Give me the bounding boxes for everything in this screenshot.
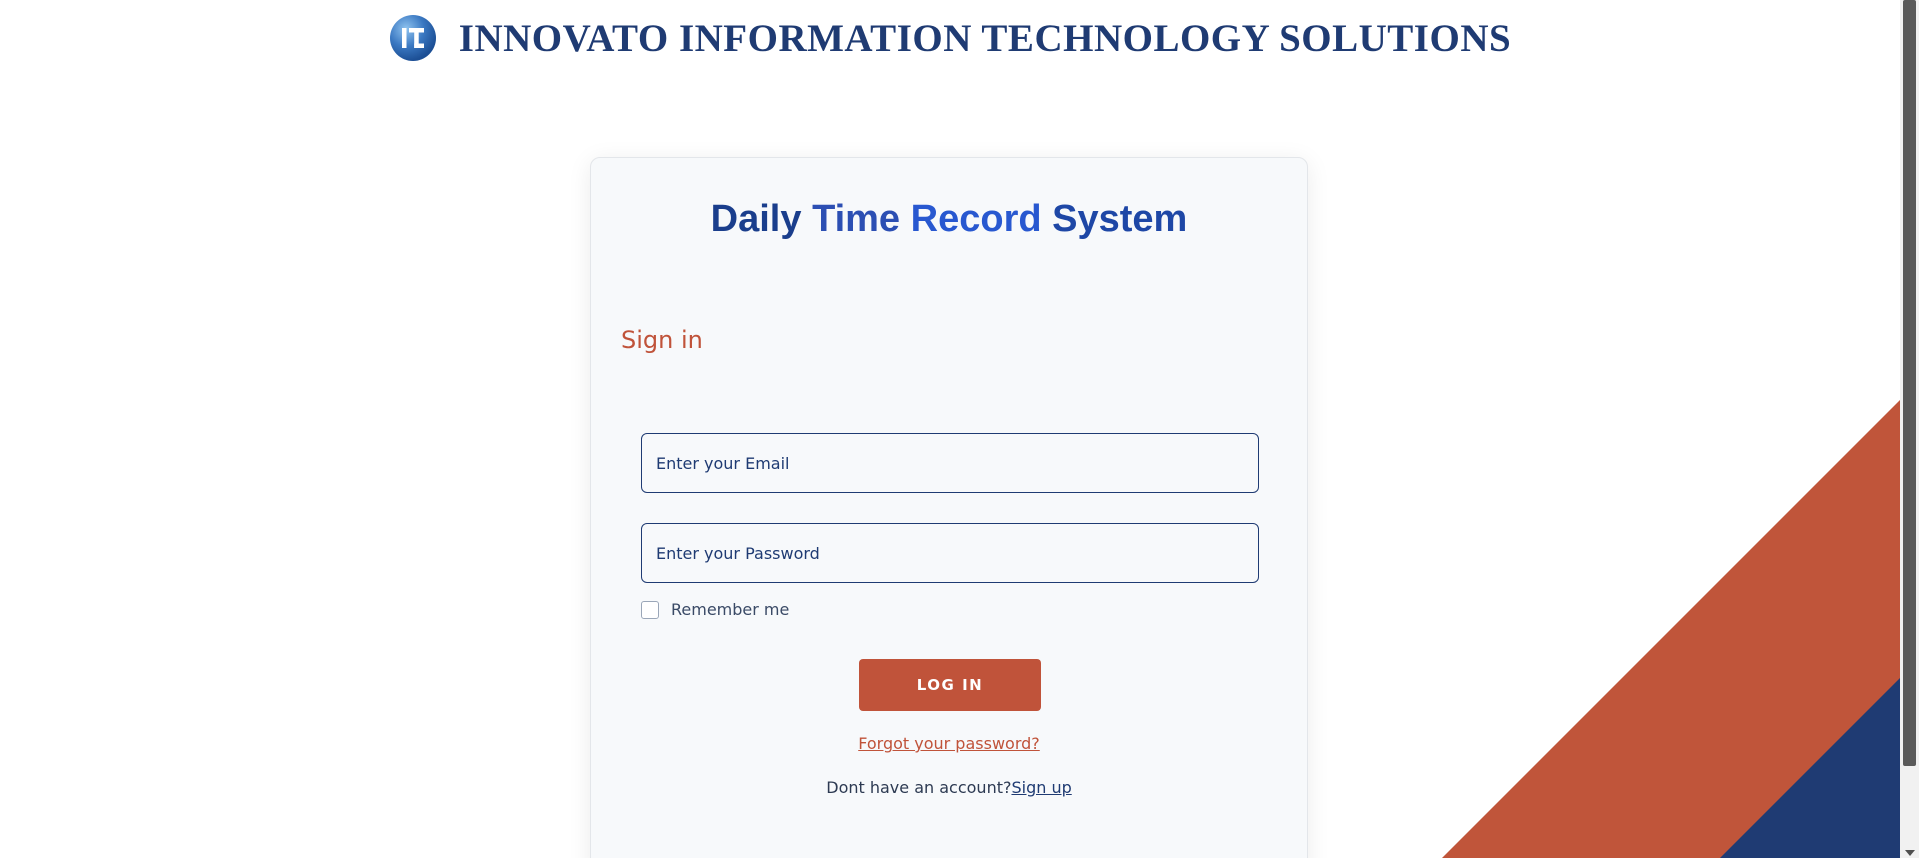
scrollbar-thumb[interactable] [1903,0,1916,766]
forgot-password-row: Forgot your password? [591,734,1307,753]
email-field[interactable] [641,433,1259,493]
system-title: Daily Time Record System [591,198,1307,241]
vertical-scrollbar[interactable] [1900,0,1919,858]
login-card: Daily Time Record System Sign in Remembe… [590,157,1308,858]
system-title-word-2: Time [812,198,901,240]
corner-decoration [1442,400,1900,858]
remember-me-row: Remember me [641,600,789,619]
forgot-password-link[interactable]: Forgot your password? [858,734,1040,753]
site-header: INNOVATO INFORMATION TECHNOLOGY SOLUTION… [0,14,1900,62]
signin-heading: Sign in [621,326,703,354]
system-title-word-4: System [1052,198,1188,240]
remember-me-label[interactable]: Remember me [671,600,789,619]
innovato-logo-icon [389,15,436,61]
login-button[interactable]: LOG IN [859,659,1041,711]
system-title-word-1: Daily [710,198,802,240]
signup-row: Dont have an account?Sign up [591,778,1307,797]
company-name: INNOVATO INFORMATION TECHNOLOGY SOLUTION… [458,16,1512,60]
remember-me-checkbox[interactable] [641,600,659,619]
password-field[interactable] [641,523,1259,583]
no-account-text: Dont have an account? [826,778,1012,797]
scroll-down-arrow-icon[interactable] [1905,850,1915,856]
signup-link[interactable]: Sign up [1011,778,1071,797]
system-title-word-3: Record [910,198,1042,240]
login-page: INNOVATO INFORMATION TECHNOLOGY SOLUTION… [0,0,1919,858]
